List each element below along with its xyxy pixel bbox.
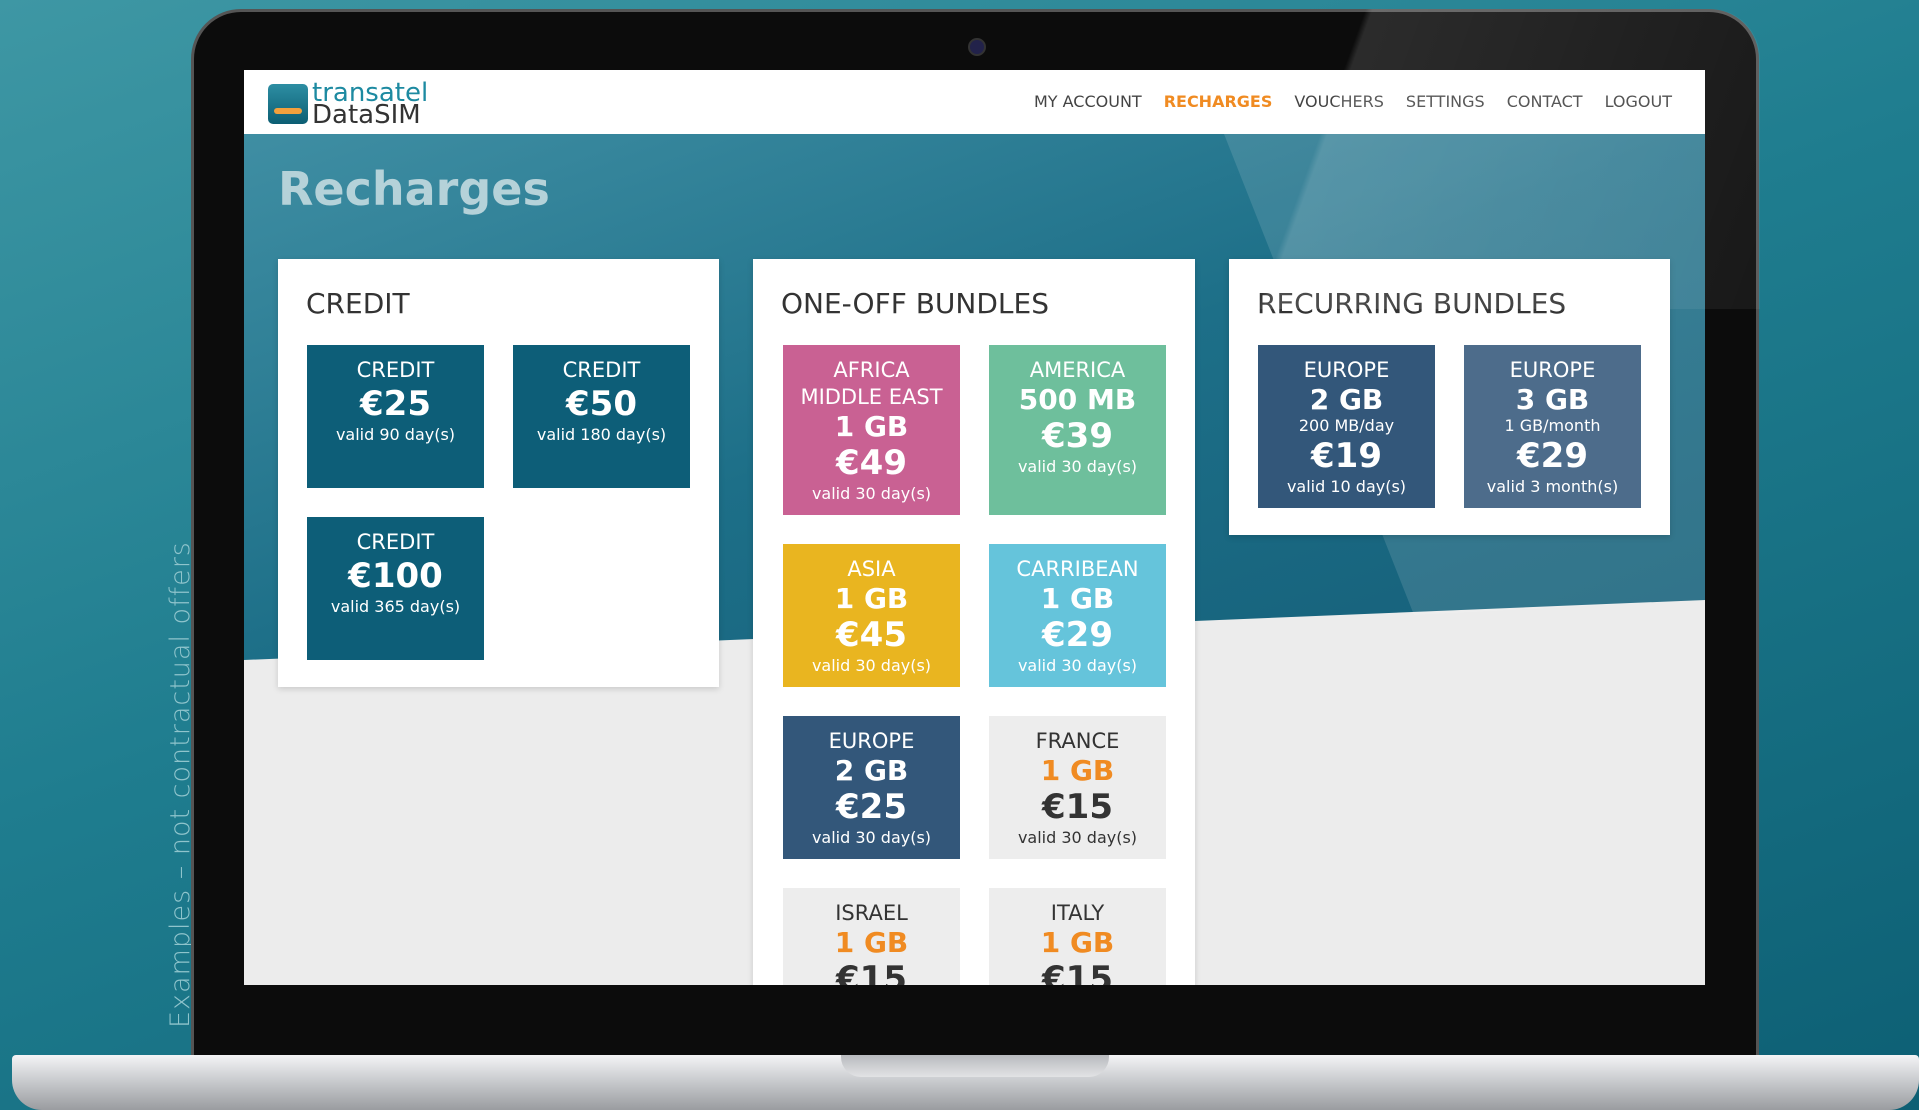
tile-price: €49: [836, 443, 907, 483]
tile-validity: valid 180 day(s): [536, 425, 667, 444]
tile-price: €50: [566, 384, 637, 424]
tile-rate: 1 GB/month: [1504, 416, 1601, 435]
tile-validity: valid 30 day(s): [1017, 656, 1138, 675]
tile-validity: valid 30 day(s): [1017, 828, 1138, 847]
credit-panel-title: CREDIT: [306, 287, 410, 320]
tile-validity: valid 30 day(s): [811, 828, 932, 847]
nav-contact[interactable]: CONTACT: [1507, 92, 1583, 111]
recurring-tile-europe-2gb[interactable]: EUROPE 2 GB 200 MB/day €19 valid 10 day(…: [1258, 345, 1435, 508]
bundle-tile-israel[interactable]: ISRAEL 1 GB €15: [783, 888, 960, 985]
tile-price: €15: [1042, 959, 1113, 985]
tile-validity: valid 3 month(s): [1486, 477, 1619, 496]
tile-amount: 1 GB: [834, 926, 909, 959]
tile-region: EUROPE: [1303, 358, 1390, 382]
nav-logout[interactable]: LOGOUT: [1605, 92, 1672, 111]
recurring-panel-title: RECURRING BUNDLES: [1257, 287, 1567, 320]
tile-amount: 1 GB: [1040, 926, 1115, 959]
tile-price: €39: [1042, 416, 1113, 456]
logo-product: DataSIM: [312, 100, 421, 130]
tile-amount: 1 GB: [834, 410, 909, 443]
credit-tile[interactable]: CREDIT €25 valid 90 day(s): [307, 345, 484, 488]
bundle-tile-asia[interactable]: ASIA 1 GB €45 valid 30 day(s): [783, 544, 960, 687]
tile-price: €29: [1042, 615, 1113, 655]
tile-validity: valid 365 day(s): [330, 597, 461, 616]
recurring-panel: RECURRING BUNDLES EUROPE 2 GB 200 MB/day…: [1229, 259, 1670, 535]
tile-label: CREDIT: [356, 358, 435, 382]
tile-validity: valid 30 day(s): [1017, 457, 1138, 476]
tile-region: ISRAEL: [835, 901, 908, 925]
tile-amount: 2 GB: [834, 754, 909, 787]
oneoff-panel: ONE-OFF BUNDLES AFRICA MIDDLE EAST 1 GB …: [753, 259, 1195, 985]
recurring-tile-europe-3gb[interactable]: EUROPE 3 GB 1 GB/month €29 valid 3 month…: [1464, 345, 1641, 508]
tile-label: CREDIT: [562, 358, 641, 382]
tile-region: FRANCE: [1035, 729, 1120, 753]
tile-amount: 3 GB: [1515, 383, 1590, 416]
laptop-notch: [841, 1055, 1109, 1077]
tile-price: €19: [1311, 436, 1382, 476]
camera-icon: [968, 38, 986, 56]
tile-label: CREDIT: [356, 530, 435, 554]
tile-amount: 1 GB: [1040, 754, 1115, 787]
tile-price: €15: [1042, 787, 1113, 827]
tile-validity: valid 30 day(s): [811, 484, 932, 503]
bundle-tile-europe[interactable]: EUROPE 2 GB €25 valid 30 day(s): [783, 716, 960, 859]
bundle-tile-italy[interactable]: ITALY 1 GB €15: [989, 888, 1166, 985]
tile-price: €15: [836, 959, 907, 985]
nav-recharges[interactable]: RECHARGES: [1164, 92, 1273, 111]
credit-tile[interactable]: CREDIT €50 valid 180 day(s): [513, 345, 690, 488]
credit-tile[interactable]: CREDIT €100 valid 365 day(s): [307, 517, 484, 660]
tile-amount: 2 GB: [1309, 383, 1384, 416]
tile-region: EUROPE: [1509, 358, 1596, 382]
tile-region: ASIA: [847, 557, 896, 581]
logo-icon: [268, 84, 308, 124]
tile-region-2: MIDDLE EAST: [800, 385, 943, 409]
tile-validity: valid 10 day(s): [1286, 477, 1407, 496]
tile-price: €45: [836, 615, 907, 655]
page-title: Recharges: [278, 162, 550, 216]
nav-vouchers[interactable]: VOUCHERS: [1294, 92, 1384, 111]
nav-my-account[interactable]: MY ACCOUNT: [1034, 92, 1142, 111]
tile-region: CARRIBEAN: [1016, 557, 1139, 581]
credit-panel: CREDIT CREDIT €25 valid 90 day(s) CREDIT…: [278, 259, 719, 687]
oneoff-panel-title: ONE-OFF BUNDLES: [781, 287, 1049, 320]
main-nav: MY ACCOUNT RECHARGES VOUCHERS SETTINGS C…: [1034, 92, 1672, 111]
tile-region: AFRICA: [833, 358, 910, 382]
tile-rate: 200 MB/day: [1298, 416, 1395, 435]
tile-amount: 1 GB: [834, 582, 909, 615]
bundle-tile-america[interactable]: AMERICA 500 MB €39 valid 30 day(s): [989, 345, 1166, 515]
top-navbar: transatel DataSIM MY ACCOUNT RECHARGES V…: [244, 70, 1705, 134]
bundle-tile-carribean[interactable]: CARRIBEAN 1 GB €29 valid 30 day(s): [989, 544, 1166, 687]
tile-amount: 1 GB: [1040, 582, 1115, 615]
tile-region: ITALY: [1050, 901, 1105, 925]
tile-price: €25: [836, 787, 907, 827]
tile-price: €100: [348, 556, 443, 596]
nav-settings[interactable]: SETTINGS: [1406, 92, 1485, 111]
bundle-tile-france[interactable]: FRANCE 1 GB €15 valid 30 day(s): [989, 716, 1166, 859]
tile-price: €29: [1517, 436, 1588, 476]
tile-validity: valid 30 day(s): [811, 656, 932, 675]
transatel-logo[interactable]: transatel DataSIM: [268, 80, 428, 130]
tile-price: €25: [360, 384, 431, 424]
bundle-tile-africa[interactable]: AFRICA MIDDLE EAST 1 GB €49 valid 30 day…: [783, 345, 960, 515]
tile-validity: valid 90 day(s): [335, 425, 456, 444]
tile-region: EUROPE: [828, 729, 915, 753]
browser-screen: transatel DataSIM MY ACCOUNT RECHARGES V…: [244, 70, 1705, 985]
tile-region: AMERICA: [1029, 358, 1126, 382]
tile-amount: 500 MB: [1018, 383, 1137, 416]
